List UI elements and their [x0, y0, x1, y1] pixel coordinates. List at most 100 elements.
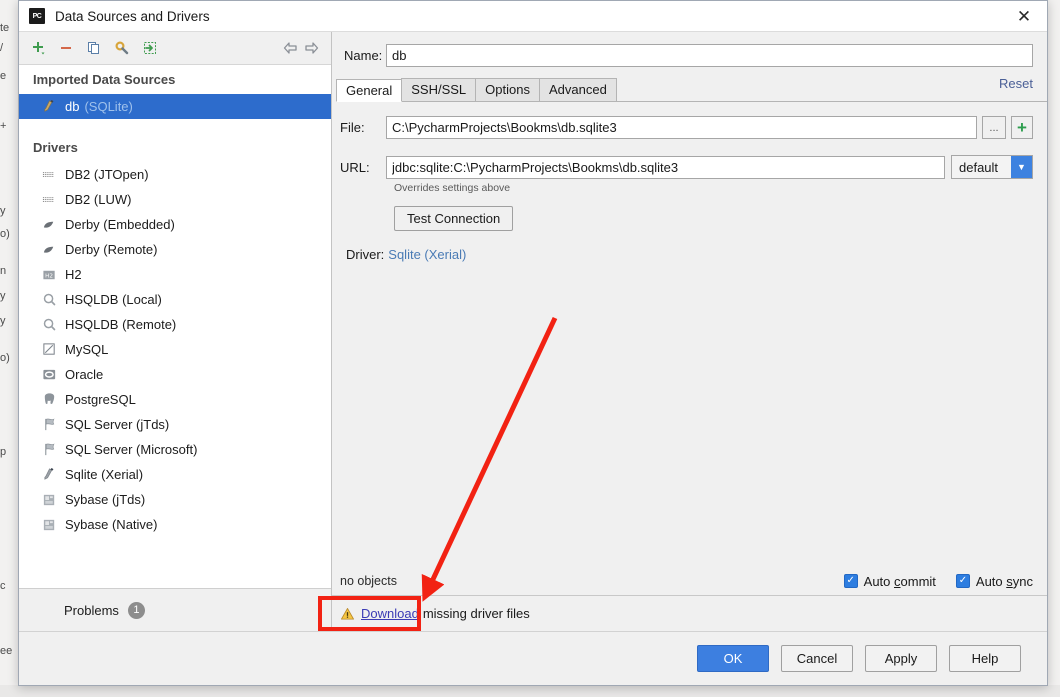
nav-group [279, 37, 323, 59]
tab-options[interactable]: Options [475, 78, 540, 101]
auto-sync-label: Auto sync [975, 573, 1033, 589]
data-source-label: db [65, 99, 80, 114]
status-row: no objects ✓ Auto commit ✓ Auto sync [332, 567, 1047, 595]
problems-bar[interactable]: Problems 1 [19, 588, 331, 631]
driver-label: DB2 (JTOpen) [65, 167, 149, 182]
driver-link[interactable]: Sqlite (Xerial) [388, 247, 466, 262]
title-bar: PC Data Sources and Drivers ✕ [19, 1, 1047, 32]
remove-button[interactable] [55, 37, 77, 59]
driver-item-sqlserver-jtds[interactable]: SQL Server (jTds) [19, 412, 331, 437]
wrench-icon[interactable] [111, 37, 133, 59]
dialog-body: Imported Data Sources db (SQLite) Driver… [19, 32, 1047, 631]
name-row: Name: [332, 32, 1047, 67]
test-connection-button[interactable]: Test Connection [394, 206, 514, 231]
copy-button[interactable] [83, 37, 105, 59]
dialect-dropdown[interactable]: default ▼ [951, 155, 1033, 179]
driver-item-oracle[interactable]: Oracle [19, 362, 331, 387]
sqlite-icon [41, 467, 58, 483]
driver-item-db2-jtopen[interactable]: DB2 (JTOpen) [19, 162, 331, 187]
ok-button[interactable]: OK [697, 645, 769, 672]
close-icon[interactable]: ✕ [1001, 1, 1047, 32]
svg-text:H2: H2 [45, 273, 53, 279]
auto-commit-label: Auto commit [863, 573, 936, 589]
apply-button[interactable]: Apply [865, 645, 937, 672]
problems-label: Problems [64, 602, 119, 618]
driver-row: Driver: Sqlite (Xerial) [346, 247, 1033, 262]
driver-item-sqlite-xerial[interactable]: Sqlite (Xerial) [19, 462, 331, 487]
drivers-header: Drivers [33, 140, 78, 155]
no-objects-label: no objects [340, 574, 397, 588]
driver-label: Driver: [346, 247, 385, 262]
driver-item-db2-luw[interactable]: DB2 (LUW) [19, 187, 331, 212]
tree-separator [19, 119, 331, 133]
problems-count-badge: 1 [127, 601, 145, 619]
cancel-button[interactable]: Cancel [781, 645, 853, 672]
warning-triangle-icon [340, 607, 355, 621]
driver-item-h2[interactable]: H2 H2 [19, 262, 331, 287]
add-button[interactable] [27, 37, 49, 59]
driver-item-sqlserver-microsoft[interactable]: SQL Server (Microsoft) [19, 437, 331, 462]
test-connection-label: Test Connection [407, 211, 501, 226]
data-sources-tree[interactable]: Imported Data Sources db (SQLite) Driver… [19, 64, 331, 588]
driver-item-hsqldb-remote[interactable]: HSQLDB (Remote) [19, 312, 331, 337]
auto-commit-checkbox[interactable]: ✓ Auto commit [843, 573, 936, 589]
import-button[interactable] [139, 37, 161, 59]
driver-label: Sqlite (Xerial) [65, 467, 144, 482]
sqlite-icon [41, 99, 58, 115]
driver-label: HSQLDB (Local) [65, 292, 162, 307]
name-input[interactable] [386, 44, 1033, 67]
hsqldb-icon [41, 292, 58, 308]
bg-bottom-edge [0, 685, 1060, 697]
sqlserver-icon [41, 417, 58, 433]
driver-label: Oracle [65, 367, 104, 382]
chevron-down-icon: ▼ [1011, 156, 1032, 178]
left-panel: Imported Data Sources db (SQLite) Driver… [19, 32, 332, 631]
driver-label: Derby (Remote) [65, 242, 158, 257]
driver-item-derby-remote[interactable]: Derby (Remote) [19, 237, 331, 262]
h2-icon: H2 [41, 267, 58, 283]
file-label: File: [340, 120, 365, 135]
reset-link[interactable]: Reset [999, 76, 1033, 91]
driver-item-hsqldb-local[interactable]: HSQLDB (Local) [19, 287, 331, 312]
help-button[interactable]: Help [949, 645, 1021, 672]
download-missing-driver-link[interactable]: Download [361, 606, 419, 621]
driver-item-sybase-jtds[interactable]: Sybase (jTds) [19, 487, 331, 512]
url-input[interactable] [386, 155, 945, 179]
driver-label: DB2 (LUW) [65, 192, 132, 207]
driver-label: SQL Server (Microsoft) [65, 442, 198, 457]
ibm-icon [41, 167, 58, 183]
driver-label: Derby (Embedded) [65, 217, 175, 232]
driver-label: SQL Server (jTds) [65, 417, 170, 432]
checkmark-icon: ✓ [955, 574, 970, 588]
arrow-left-icon[interactable] [279, 37, 301, 59]
driver-item-postgresql[interactable]: PostgreSQL [19, 387, 331, 412]
driver-item-derby-embedded[interactable]: Derby (Embedded) [19, 212, 331, 237]
tab-general[interactable]: General [336, 79, 403, 102]
imported-data-sources-header: Imported Data Sources [33, 72, 176, 87]
left-toolbar [19, 32, 331, 64]
derby-leaf-icon [41, 242, 58, 258]
data-source-item-db[interactable]: db (SQLite) [19, 94, 331, 119]
file-path-input[interactable] [386, 116, 977, 139]
tab-advanced[interactable]: Advanced [538, 78, 617, 101]
tab-ssh-ssl[interactable]: SSH/SSL [401, 78, 477, 101]
sybase-icon [41, 517, 58, 533]
name-label: Name: [344, 48, 383, 63]
driver-label: H2 [65, 267, 82, 282]
oracle-icon [41, 367, 58, 383]
auto-sync-checkbox[interactable]: ✓ Auto sync [955, 573, 1033, 589]
driver-item-sybase-native[interactable]: Sybase (Native) [19, 512, 331, 537]
driver-label: MySQL [65, 342, 109, 357]
browse-file-button[interactable]: ... [982, 116, 1006, 139]
overrides-note: Overrides settings above [394, 182, 511, 194]
mysql-icon [41, 342, 58, 358]
add-file-button[interactable]: + [1011, 116, 1033, 139]
tab-bar: General SSH/SSL Options Advanced [336, 78, 1047, 102]
checkbox-group: ✓ Auto commit ✓ Auto sync [824, 574, 1033, 589]
arrow-right-icon[interactable] [301, 37, 323, 59]
driver-item-mysql[interactable]: MySQL [19, 337, 331, 362]
driver-label: Sybase (Native) [65, 517, 158, 532]
file-row: File: ... + [340, 116, 1033, 139]
right-panel: Name: Reset General SSH/SSL Options Adva… [332, 32, 1047, 631]
